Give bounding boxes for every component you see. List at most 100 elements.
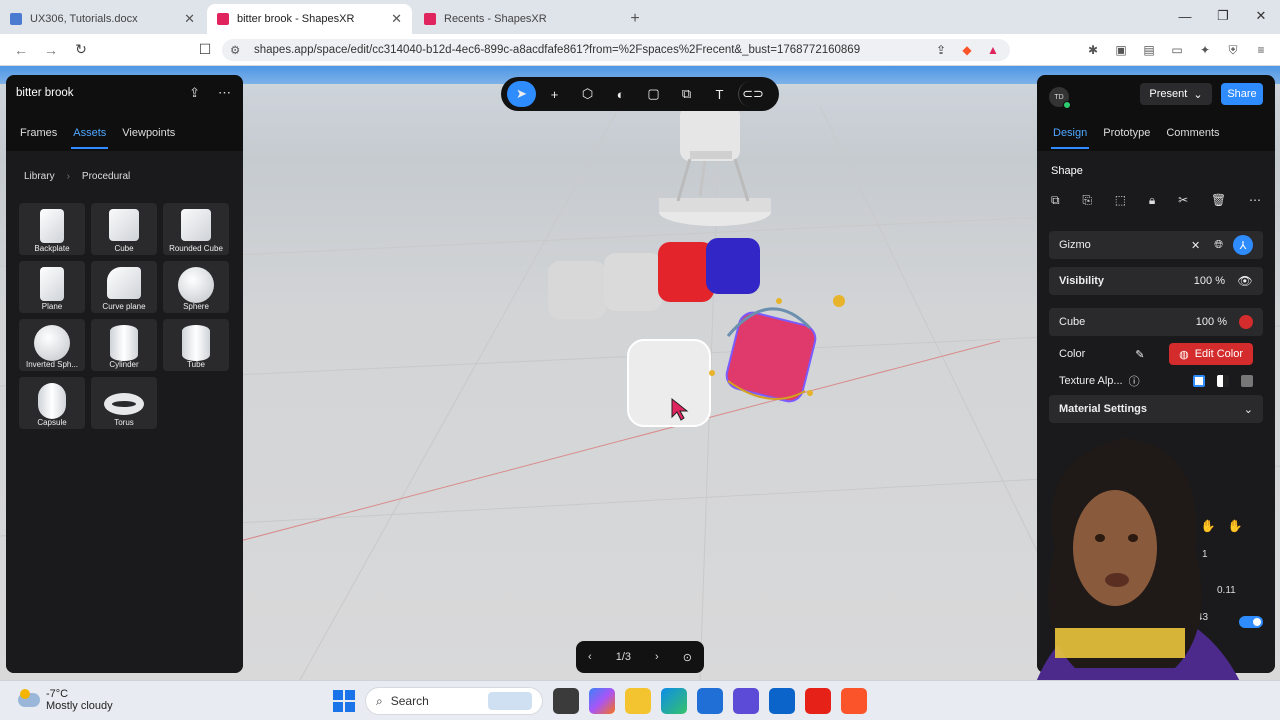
material-tool-icon[interactable]: ◐: [606, 81, 635, 107]
eye-icon[interactable]: 👁︎: [1237, 274, 1253, 288]
vpn-app-icon[interactable]: [733, 688, 759, 714]
chair-model[interactable]: [659, 106, 771, 226]
visibility-value[interactable]: 100 %: [1194, 275, 1225, 287]
outlook-icon[interactable]: [769, 688, 795, 714]
edit-color-button[interactable]: ◍ Edit Color: [1169, 343, 1253, 365]
more-icon[interactable]: ⋯: [218, 85, 231, 101]
url-field[interactable]: ⚙ shapes.app/space/edit/cc314040-b12d-4e…: [222, 39, 1010, 61]
minimize-icon[interactable]: —: [1166, 0, 1204, 32]
more-icon[interactable]: ⋯: [1249, 193, 1261, 208]
task-view-icon[interactable]: [553, 688, 579, 714]
tab-bitter-brook[interactable]: bitter brook - ShapesXR ✕: [207, 4, 412, 34]
cut-icon[interactable]: ✂: [1178, 193, 1188, 208]
group-icon[interactable]: ⬚: [1115, 193, 1126, 208]
text-tool-icon[interactable]: T: [705, 81, 734, 107]
close-icon[interactable]: ✕: [1191, 239, 1200, 252]
brave-icon[interactable]: [841, 688, 867, 714]
start-icon[interactable]: [333, 690, 355, 712]
youtube-icon[interactable]: [805, 688, 831, 714]
ai-icon[interactable]: ✦: [1194, 39, 1216, 61]
lock-icon[interactable]: 🔒︎: [1149, 193, 1155, 208]
frame-tool-icon[interactable]: ▢: [639, 81, 668, 107]
texture-white-swatch[interactable]: [1193, 375, 1205, 387]
globe-icon[interactable]: 🌐︎: [1214, 239, 1223, 252]
delete-icon[interactable]: 🗑︎: [1211, 193, 1226, 208]
wallet-icon[interactable]: ▭: [1166, 39, 1188, 61]
duplicate-icon[interactable]: ⧉: [1051, 193, 1060, 208]
object-tool-icon[interactable]: ⬡: [573, 81, 602, 107]
tab-viewpoints[interactable]: Viewpoints: [122, 127, 175, 139]
forward-icon[interactable]: →: [38, 37, 64, 63]
share-button[interactable]: Share: [1221, 83, 1263, 105]
brave-rewards-icon[interactable]: ▲: [984, 41, 1002, 59]
cube-white-selected[interactable]: [627, 339, 711, 427]
cube-pink-gizmo[interactable]: [709, 295, 845, 404]
restore-icon[interactable]: ❐: [1204, 0, 1242, 32]
site-info-icon[interactable]: ⚙: [230, 43, 244, 57]
screenshot-icon[interactable]: ▣: [1110, 39, 1132, 61]
material-settings-row[interactable]: Material Settings ⌄: [1049, 395, 1263, 423]
texture-grey-swatch[interactable]: [1241, 375, 1253, 387]
taskbar-search[interactable]: ⌕ Search: [365, 687, 543, 715]
cube-blue[interactable]: [706, 238, 760, 294]
menu-icon[interactable]: ≡: [1250, 39, 1272, 61]
close-icon[interactable]: ✕: [391, 11, 402, 27]
breadcrumb-library[interactable]: Library: [24, 171, 55, 182]
export-icon[interactable]: ⇪: [189, 85, 200, 101]
add-tool-icon[interactable]: +: [540, 81, 569, 107]
cube-red[interactable]: [658, 242, 714, 302]
container-tool-icon[interactable]: ⧉: [672, 81, 701, 107]
store-icon[interactable]: [697, 688, 723, 714]
sidebar-icon[interactable]: ▤: [1138, 39, 1160, 61]
extensions-icon[interactable]: ✱: [1082, 39, 1104, 61]
chevron-left-icon[interactable]: ‹: [588, 651, 592, 663]
chevron-right-icon[interactable]: ›: [655, 651, 659, 663]
cube-color-swatch[interactable]: [1239, 315, 1253, 329]
tab-frames[interactable]: Frames: [20, 127, 57, 139]
cube-grey-1[interactable]: [548, 261, 606, 319]
asset-capsule[interactable]: Capsule: [19, 377, 85, 429]
select-tool-icon[interactable]: ➤: [507, 81, 536, 107]
edge-icon[interactable]: [661, 688, 687, 714]
vpn-icon[interactable]: ⛨: [1222, 39, 1244, 61]
asset-tube[interactable]: Tube: [163, 319, 229, 371]
target-icon[interactable]: ⊙: [683, 651, 692, 664]
avatar[interactable]: TD: [1049, 87, 1071, 109]
info-icon[interactable]: ⓘ: [1129, 373, 1140, 389]
close-window-icon[interactable]: ✕: [1242, 0, 1280, 32]
asset-plane[interactable]: Plane: [19, 261, 85, 313]
tab-recents[interactable]: Recents - ShapesXR: [414, 4, 619, 34]
new-tab-button[interactable]: +: [621, 4, 649, 34]
asset-rounded-cube[interactable]: Rounded Cube: [163, 203, 229, 255]
brave-shield-icon[interactable]: ◆: [958, 41, 976, 59]
weather-widget[interactable]: -7°C Mostly cloudy: [18, 688, 113, 712]
tab-assets[interactable]: Assets: [71, 127, 109, 149]
back-icon[interactable]: ←: [8, 37, 34, 63]
share-icon[interactable]: ⇪: [932, 41, 950, 59]
texture-half-swatch[interactable]: [1217, 375, 1229, 387]
reload-icon[interactable]: ↻: [68, 37, 94, 63]
file-explorer-icon[interactable]: [625, 688, 651, 714]
asset-sphere[interactable]: Sphere: [163, 261, 229, 313]
cube-opacity-value[interactable]: 100 %: [1196, 316, 1227, 328]
tab-comments[interactable]: Comments: [1166, 127, 1219, 139]
cube-grey-2[interactable]: [604, 253, 662, 311]
copilot-icon[interactable]: [589, 688, 615, 714]
tab-prototype[interactable]: Prototype: [1103, 127, 1150, 139]
asset-backplate[interactable]: Backplate: [19, 203, 85, 255]
asset-inverted-sphere[interactable]: Inverted Sph...: [19, 319, 85, 371]
gizmo-icon[interactable]: ⅄: [1233, 235, 1253, 255]
asset-cube[interactable]: Cube: [91, 203, 157, 255]
link-tool-icon[interactable]: ⊂⊃: [738, 81, 767, 107]
close-icon[interactable]: ✕: [184, 11, 195, 27]
tab-docx[interactable]: UX306, Tutorials.docx ✕: [0, 4, 205, 34]
asset-torus[interactable]: Torus: [91, 377, 157, 429]
asset-curve-plane[interactable]: Curve plane: [91, 261, 157, 313]
paste-icon[interactable]: ⎘: [1082, 193, 1092, 208]
breadcrumb-procedural[interactable]: Procedural: [82, 171, 130, 182]
bookmark-icon[interactable]: ☐: [192, 37, 218, 63]
eyedropper-icon[interactable]: ✎: [1135, 348, 1144, 361]
present-button[interactable]: Present ⌄: [1140, 83, 1212, 105]
tab-design[interactable]: Design: [1050, 127, 1090, 149]
asset-cylinder[interactable]: Cylinder: [91, 319, 157, 371]
